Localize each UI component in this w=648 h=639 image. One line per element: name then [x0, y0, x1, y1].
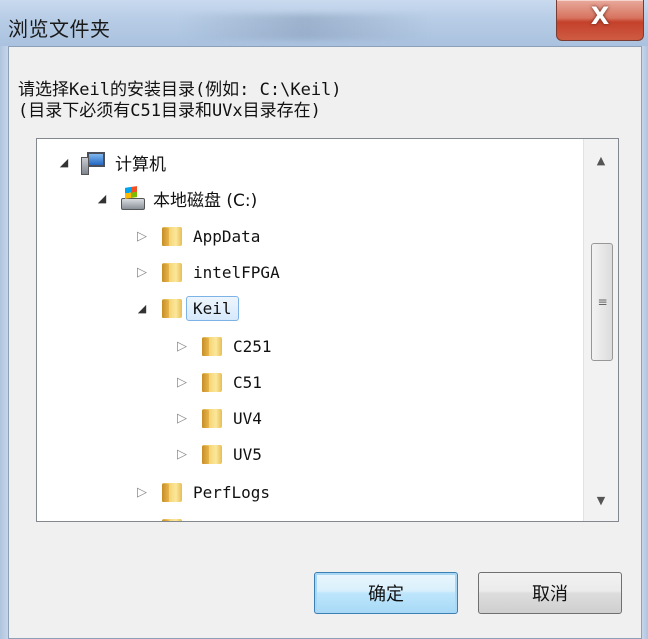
tree-item-label: Keil	[186, 295, 239, 321]
computer-icon	[81, 150, 107, 175]
window-frame-left	[0, 46, 8, 639]
collapsed-arrow-icon[interactable]: ▷	[135, 265, 149, 280]
collapsed-arrow-icon[interactable]: ▷	[175, 339, 189, 354]
tree-item-label: C251	[233, 336, 272, 356]
window-frame-right	[642, 46, 648, 639]
folder-icon	[199, 370, 225, 394]
folder-icon	[199, 334, 225, 358]
collapsed-arrow-icon[interactable]: ▷	[135, 229, 149, 244]
tree-item[interactable]: ▷ UV5	[175, 437, 262, 471]
tree-item[interactable]: ▷ AppData	[135, 219, 260, 253]
tree-item-label: PerfLogs	[193, 482, 271, 502]
folder-icon	[159, 480, 185, 504]
folder-tree-view[interactable]: ◢ 计算机 ◢ 本地磁盘 (C:) ▷ AppData ▷ intelFPGA ◢ Keil ▷ C2…	[36, 138, 619, 522]
tree-item-label: AppData	[193, 226, 261, 246]
tree-item[interactable]: ▷ PerfLogs	[135, 475, 270, 509]
title-bar-glass	[180, 14, 430, 40]
tree-item[interactable]: ◢ 本地磁盘 (C:)	[95, 181, 258, 215]
ok-button[interactable]: 确定	[314, 572, 458, 614]
tree-item-label: C51	[233, 372, 262, 392]
folder-icon	[159, 516, 185, 521]
cancel-button[interactable]: 取消	[478, 572, 622, 614]
folder-icon	[159, 260, 185, 284]
expanded-arrow-icon[interactable]: ◢	[57, 155, 71, 169]
instructions-line-2: (目录下必须有C51目录和UVx目录存在)	[18, 101, 321, 121]
close-icon: X	[590, 2, 610, 30]
tree-item-label: 本地磁盘 (C:)	[153, 190, 258, 211]
tree-item[interactable]: ▷ Program Files	[135, 511, 318, 522]
scroll-down-arrow-icon[interactable]: ▼	[584, 483, 618, 517]
expanded-arrow-icon[interactable]: ◢	[95, 191, 109, 205]
instructions-text: 请选择Keil的安装目录(例如: C:\Keil) (目录下必须有C51目录和U…	[18, 80, 618, 122]
tree-item-label: Program Files	[193, 519, 318, 522]
window-title: 浏览文件夹	[8, 17, 111, 41]
collapsed-arrow-icon[interactable]: ▷	[137, 521, 147, 522]
collapsed-arrow-icon[interactable]: ▷	[175, 447, 189, 462]
tree-item-label: 计算机	[115, 154, 166, 175]
title-bar[interactable]: 浏览文件夹 X	[0, 0, 648, 46]
folder-icon	[199, 406, 225, 430]
tree-item-label: intelFPGA	[193, 262, 280, 282]
collapsed-arrow-icon[interactable]: ▷	[175, 411, 189, 426]
vertical-scrollbar[interactable]: ▲ ≡ ▼	[583, 139, 618, 521]
expanded-arrow-icon[interactable]: ◢	[135, 301, 149, 315]
folder-icon	[199, 442, 225, 466]
instructions-line-1: 请选择Keil的安装目录(例如: C:\Keil)	[18, 80, 342, 100]
collapsed-arrow-icon[interactable]: ▷	[135, 485, 149, 500]
tree-item[interactable]: ▷ C251	[175, 329, 272, 363]
drive-icon	[119, 186, 145, 210]
grip-icon: ≡	[597, 295, 607, 309]
tree-item-label: UV4	[233, 408, 262, 428]
folder-icon	[159, 224, 185, 248]
scroll-up-arrow-icon[interactable]: ▲	[584, 143, 618, 177]
tree-item-label: UV5	[233, 444, 262, 464]
tree-item[interactable]: ▷ UV4	[175, 401, 262, 435]
tree-item[interactable]: ◢ Keil	[135, 291, 239, 325]
tree-item[interactable]: ▷ C51	[175, 365, 262, 399]
tree-item[interactable]: ◢ 计算机	[57, 145, 166, 179]
close-button[interactable]: X	[556, 0, 644, 41]
collapsed-arrow-icon[interactable]: ▷	[175, 375, 189, 390]
folder-icon	[159, 296, 185, 320]
scroll-thumb[interactable]: ≡	[591, 243, 613, 361]
tree-item[interactable]: ▷ intelFPGA	[135, 255, 280, 289]
